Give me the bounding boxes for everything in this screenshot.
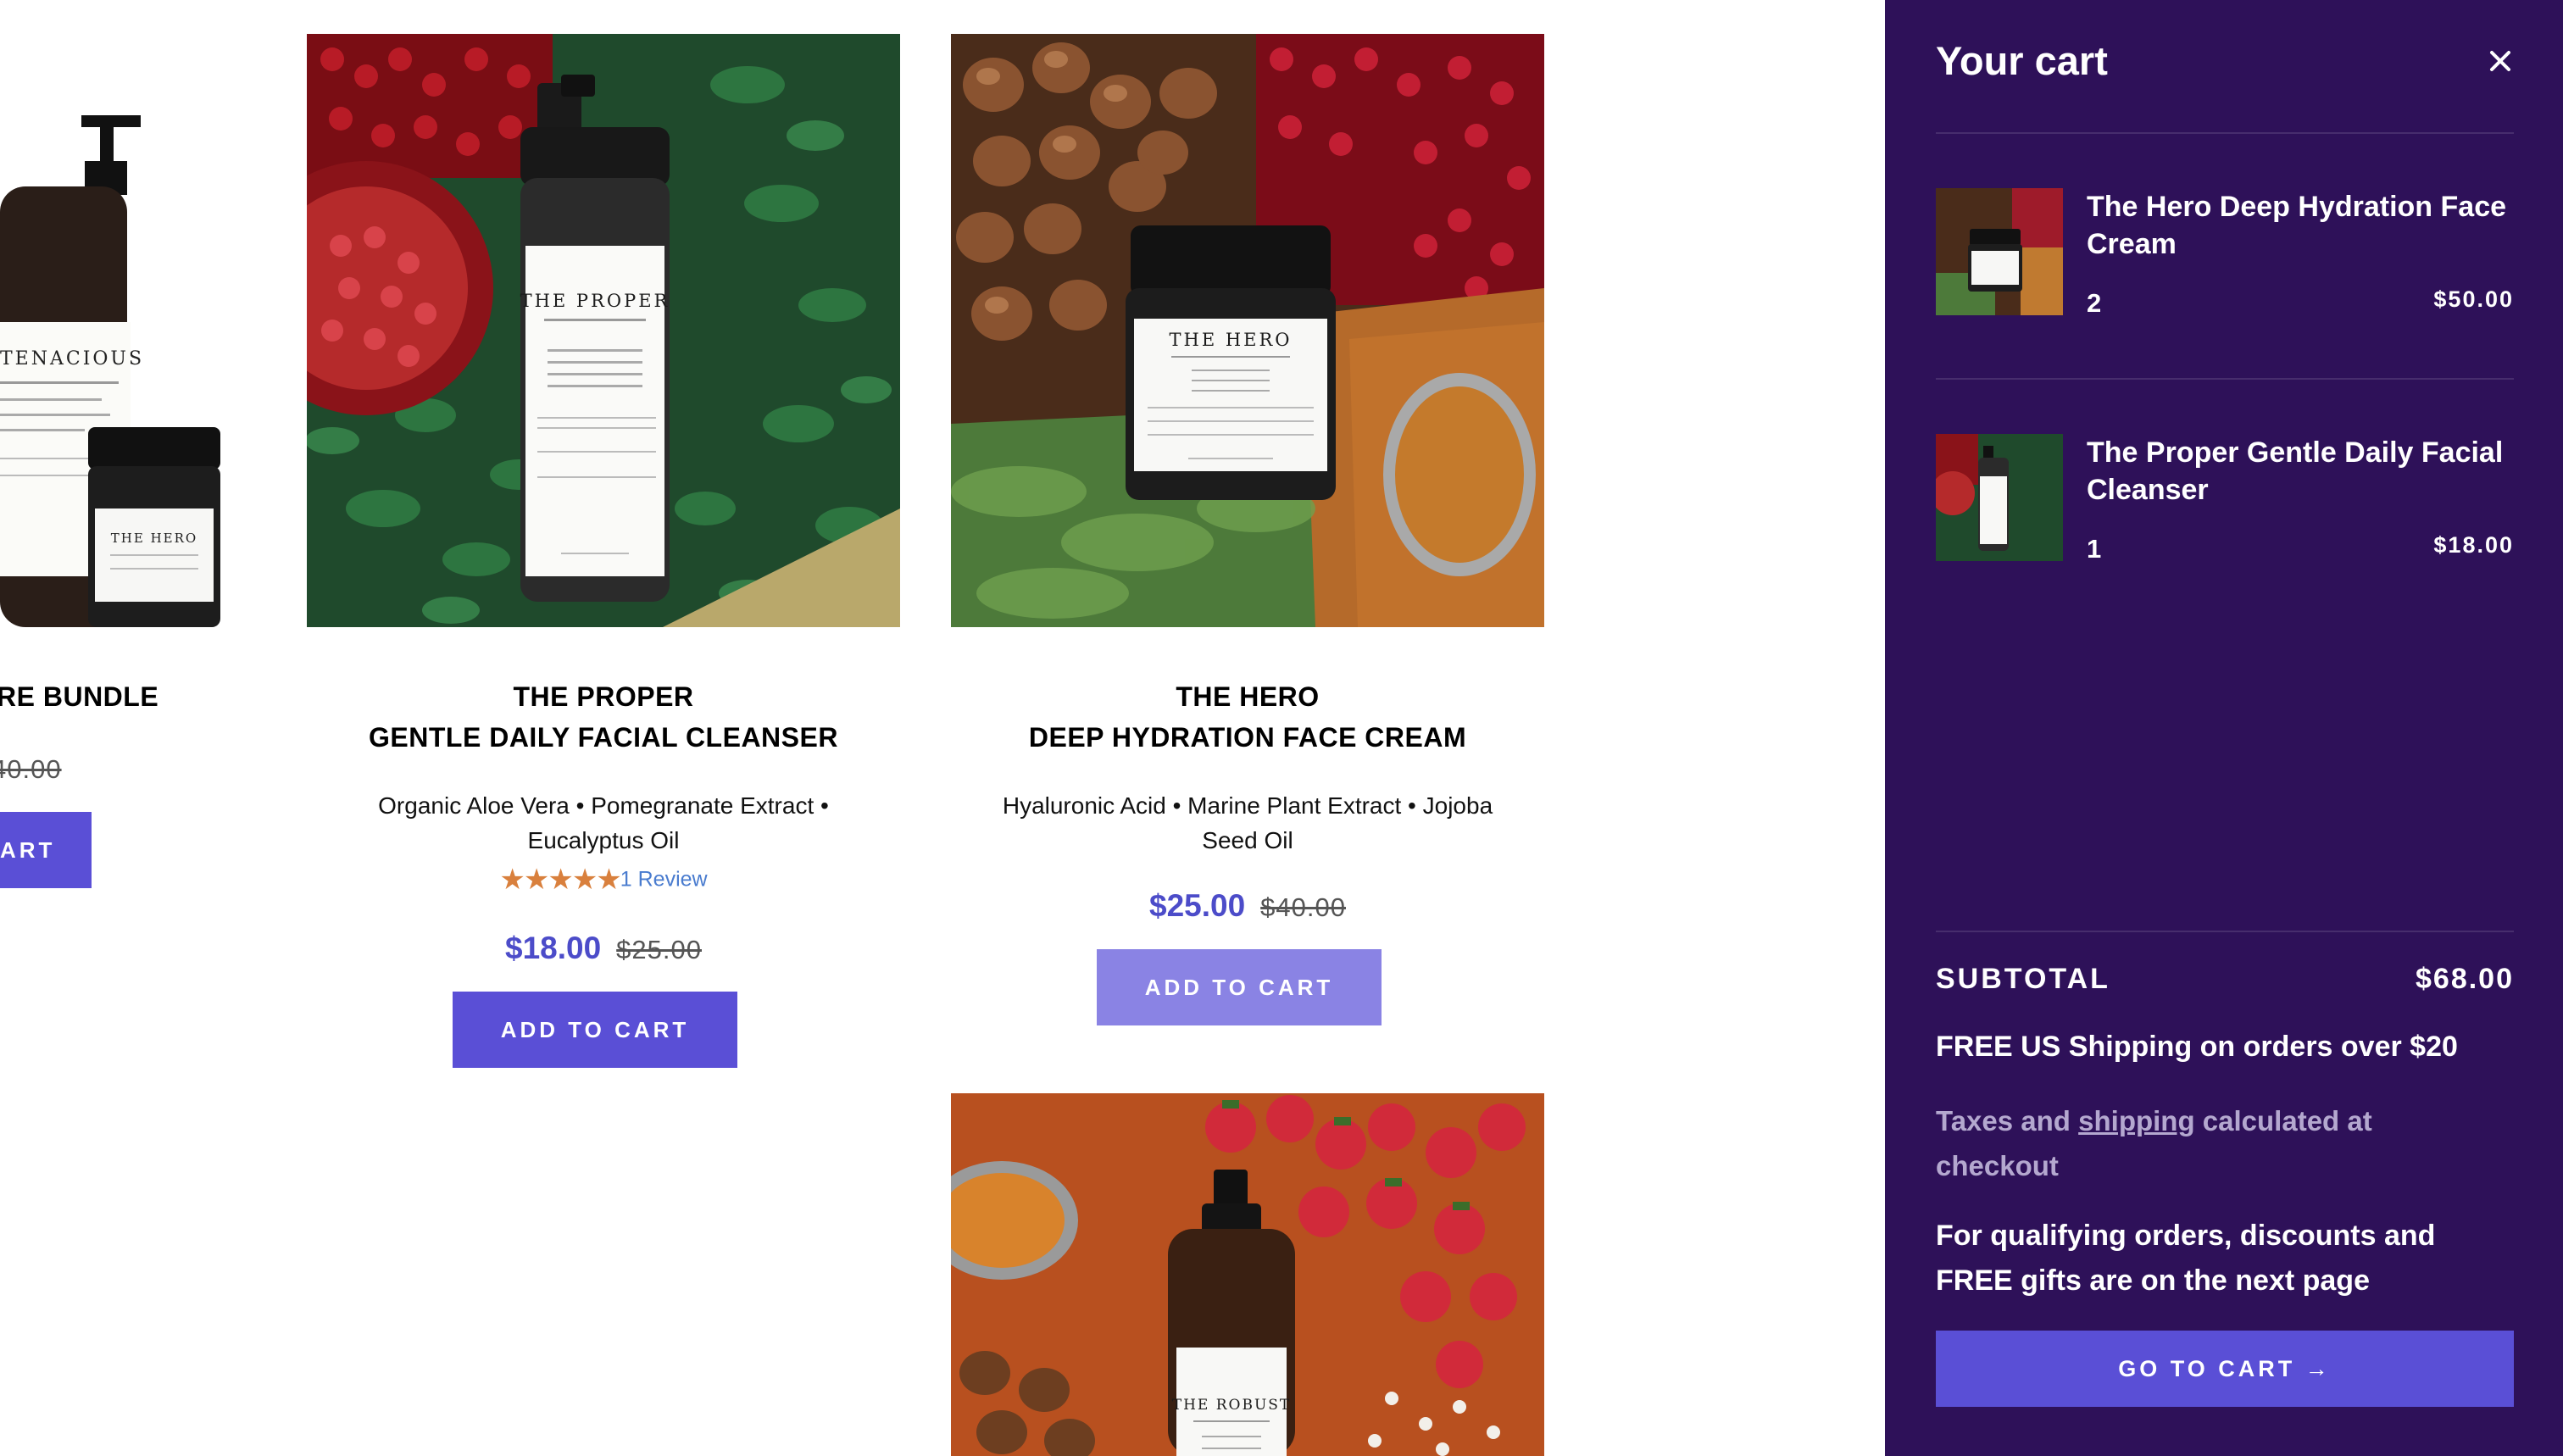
sale-price-proper: $18.00	[505, 931, 602, 965]
compare-price-bundle: 40.00	[0, 754, 62, 784]
divider	[1936, 132, 2514, 134]
cart-item-price: $18.00	[2433, 532, 2514, 558]
product-card-proper: THE PROPER GENTLE DAILY FACIAL CLEANSER …	[307, 661, 900, 1085]
cart-item-quantity: 1	[2087, 534, 2102, 564]
review-count-link[interactable]: 1 Review	[620, 868, 708, 892]
cart-item-name[interactable]: The Hero Deep Hydration Face Cream	[2087, 188, 2510, 263]
product-image-proper[interactable]: THE PROPER	[307, 34, 900, 627]
add-to-cart-button-hero[interactable]: ADD TO CART	[1097, 949, 1382, 1025]
divider	[1936, 378, 2514, 380]
close-icon[interactable]	[2483, 44, 2517, 78]
compare-price-proper: $25.00	[616, 935, 702, 964]
shipping-policy-link[interactable]: shipping	[2078, 1105, 2194, 1136]
compare-price-hero: $40.00	[1260, 892, 1346, 922]
product-title-hero-line1[interactable]: THE HERO	[951, 676, 1544, 717]
subtotal-label: SUBTOTAL	[1936, 963, 2110, 995]
product-card-bundle: RE BUNDLE 40.00 ART	[0, 661, 225, 915]
product-title-hero-line2[interactable]: DEEP HYDRATION FACE CREAM	[951, 717, 1544, 758]
star-rating-icons: ★★★★★	[499, 864, 621, 896]
price-row-proper: $18.00 $25.00	[307, 931, 900, 966]
subtotal-value: $68.00	[2416, 963, 2514, 995]
shipping-note: FREE US Shipping on orders over $20	[1936, 1031, 2458, 1063]
product-ingredients-proper: Organic Aloe Vera • Pomegranate Extract …	[378, 792, 829, 853]
cart-line-item: The Hero Deep Hydration Face Cream 2 $50…	[1936, 188, 2514, 318]
tax-note-prefix: Taxes and	[1936, 1105, 2079, 1136]
add-to-cart-button-proper[interactable]: ADD TO CART	[453, 992, 737, 1068]
add-to-cart-button-bundle[interactable]: ART	[0, 812, 92, 888]
product-title-bundle[interactable]: RE BUNDLE	[0, 676, 225, 717]
product-card-hero: THE HERO DEEP HYDRATION FACE CREAM Hyalu…	[951, 661, 1544, 1042]
divider	[1936, 931, 2514, 932]
product-image-robust[interactable]: THE ROBUST	[951, 1093, 1544, 1456]
price-row-hero: $25.00 $40.00	[951, 888, 1544, 924]
go-to-cart-button[interactable]: GO TO CART →	[1936, 1331, 2514, 1407]
cart-item-price: $50.00	[2433, 286, 2514, 312]
cart-item-quantity: 2	[2087, 288, 2102, 318]
sale-price-hero: $25.00	[1149, 888, 1246, 923]
product-title-proper-line2[interactable]: GENTLE DAILY FACIAL CLEANSER	[307, 717, 900, 758]
tax-note: Taxes and shipping calculated at checkou…	[1936, 1098, 2478, 1188]
svg-text:THE ROBUST: THE ROBUST	[1172, 1397, 1292, 1414]
product-image-bundle[interactable]: TENACIOUS THE HERO	[0, 34, 225, 627]
discount-note: For qualifying orders, discounts and FRE…	[1936, 1220, 2436, 1297]
cart-item-thumbnail-proper[interactable]	[1936, 434, 2063, 561]
page: TENACIOUS THE HERO RE BUNDLE 40.00 ART	[0, 0, 2563, 1456]
svg-text:TENACIOUS: TENACIOUS	[0, 348, 144, 370]
svg-text:THE HERO: THE HERO	[111, 531, 197, 546]
product-ingredients-hero: Hyaluronic Acid • Marine Plant Extract •…	[1002, 792, 1493, 853]
cart-line-item: The Proper Gentle Daily Facial Cleanser …	[1936, 434, 2514, 564]
cart-item-name[interactable]: The Proper Gentle Daily Facial Cleanser	[2087, 434, 2510, 508]
svg-text:THE HERO: THE HERO	[1170, 330, 1293, 350]
product-title-proper-line1[interactable]: THE PROPER	[307, 676, 900, 717]
product-rating-proper[interactable]: ★★★★★1 Review	[307, 863, 900, 897]
svg-text:THE PROPER: THE PROPER	[520, 291, 670, 311]
product-image-hero[interactable]: THE HERO	[951, 34, 1544, 627]
cart-drawer: Your cart The Hero Deep Hydration Face C…	[1885, 0, 2563, 1456]
cart-item-thumbnail-hero[interactable]	[1936, 188, 2063, 315]
cart-title: Your cart	[1936, 38, 2108, 83]
